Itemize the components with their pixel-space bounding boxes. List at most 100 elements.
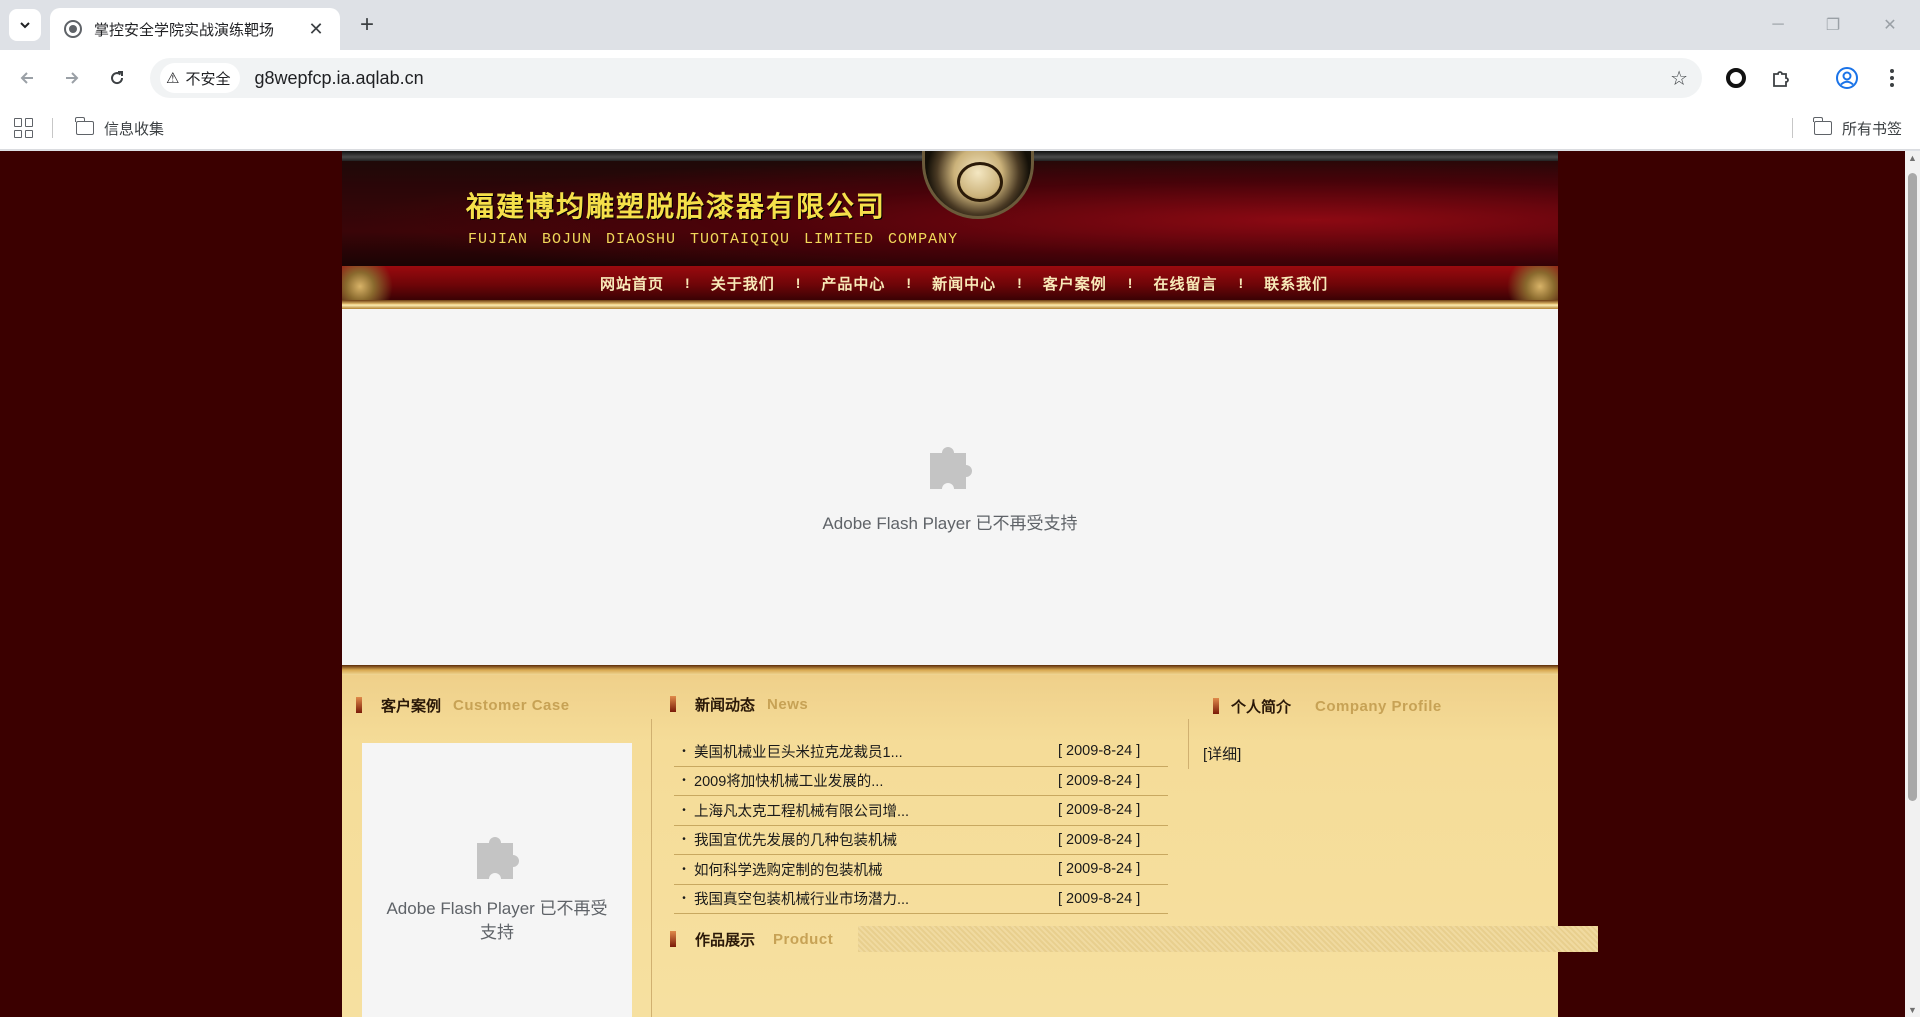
site-container: 福建博均雕塑脱胎漆器有限公司 FUJIAN BOJUN DIAOSHU TUOT…: [342, 151, 1598, 1017]
all-bookmarks-button[interactable]: 所有书签: [1813, 116, 1903, 140]
flash-placeholder-main[interactable]: Adobe Flash Player 已不再受支持: [342, 309, 1558, 665]
back-button[interactable]: [12, 63, 42, 93]
section-news: 新闻动态 News: [670, 691, 808, 717]
browser-tab[interactable]: 掌控安全学院实战演练靶场 ✕: [50, 8, 340, 50]
back-arrow-icon: [20, 72, 33, 84]
profile-icon[interactable]: [1833, 64, 1861, 92]
bookmarks-divider: [52, 118, 53, 138]
section-title-en: Product: [773, 930, 834, 948]
scrollbar-thumb[interactable]: [1908, 173, 1917, 801]
chevron-down-icon: [20, 22, 30, 29]
reload-button[interactable]: [102, 63, 132, 93]
browser-toolbar: ⚠ 不安全 g8wepfcp.ia.aqlab.cn ☆: [0, 50, 1920, 106]
section-title-en: Customer Case: [453, 696, 570, 714]
nav-separator: !: [1017, 275, 1022, 291]
header-banner: 福建博均雕塑脱胎漆器有限公司 FUJIAN BOJUN DIAOSHU TUOT…: [342, 151, 1558, 266]
product-header-pattern: [858, 926, 1598, 952]
profile-detail-link[interactable]: [详细]: [1203, 743, 1241, 764]
section-customer-case: 客户案例 Customer Case: [356, 692, 570, 718]
tab-strip: 掌控安全学院实战演练靶场 ✕ + ─ ❐ ✕: [0, 0, 1920, 50]
flash-message: Adobe Flash Player 已不再受支持: [386, 899, 608, 942]
security-chip[interactable]: ⚠ 不安全: [160, 63, 241, 93]
bookmark-folder-info[interactable]: 信息收集: [75, 116, 165, 140]
plugin-puzzle-icon: [930, 447, 972, 489]
news-item[interactable]: • 我国宜优先发展的几种包装机械[ 2009-8-24 ]: [674, 826, 1168, 855]
nav-separator: !: [1127, 275, 1133, 291]
flash-placeholder-cases[interactable]: Adobe Flash Player 已不再受支持: [362, 743, 632, 1017]
section-title-cn: 客户案例: [381, 697, 442, 715]
bookmarks-divider-right: [1792, 118, 1793, 138]
tab-title: 掌控安全学院实战演练靶场: [94, 21, 275, 39]
column-divider: [1188, 719, 1189, 769]
forward-arrow-icon: [66, 72, 79, 84]
section-profile: 个人简介 Company Profile: [1213, 693, 1442, 719]
page-scrollbar[interactable]: ▲ ▼: [1905, 151, 1920, 1017]
emblem-logo: [922, 151, 1034, 219]
page-viewport: 福建博均雕塑脱胎漆器有限公司 FUJIAN BOJUN DIAOSHU TUOT…: [0, 151, 1920, 1017]
section-title-en: News: [767, 695, 809, 713]
section-marker: [356, 697, 362, 713]
section-marker: [670, 696, 676, 712]
news-item[interactable]: • 上海凡太克工程机械有限公司增...[ 2009-8-24 ]: [674, 796, 1168, 826]
bookmark-star-icon[interactable]: ☆: [1670, 66, 1688, 91]
nav-corner-right: [1498, 266, 1558, 300]
section-marker: [1213, 698, 1219, 714]
reload-icon: [111, 71, 124, 85]
scroll-down-arrow-icon[interactable]: ▼: [1908, 1005, 1917, 1015]
news-item[interactable]: • 2009将加快机械工业发展的...[ 2009-8-24 ]: [674, 767, 1168, 796]
url-text[interactable]: g8wepfcp.ia.aqlab.cn: [254, 68, 423, 89]
column-divider: [651, 719, 652, 1017]
section-title-en: Company Profile: [1315, 697, 1442, 715]
extension-circle-icon[interactable]: [1722, 64, 1750, 92]
news-item[interactable]: • 如何科学选购定制的包装机械[ 2009-8-24 ]: [674, 855, 1168, 885]
company-name-en: FUJIAN BOJUN DIAOSHU TUOTAIQIQU LIMITED …: [468, 231, 959, 248]
nav-separator: !: [1238, 275, 1244, 291]
folder-icon: [75, 117, 94, 135]
nav-about[interactable]: 关于我们: [711, 273, 775, 294]
lower-content: 客户案例 Customer Case Adobe Flash Player 已不…: [342, 675, 1598, 1017]
new-tab-button[interactable]: +: [352, 10, 382, 40]
news-item[interactable]: • 我国真空包装机械行业市场潜力...[ 2009-8-24 ]: [674, 885, 1168, 914]
apps-grid-icon[interactable]: [14, 118, 34, 138]
scroll-up-arrow-icon[interactable]: ▲: [1908, 153, 1917, 163]
section-title-cn: 个人简介: [1231, 698, 1292, 716]
nav-contact[interactable]: 联系我们: [1264, 273, 1328, 294]
nav-separator: !: [906, 275, 912, 291]
nav-cases[interactable]: 客户案例: [1043, 273, 1107, 294]
gold-divider: [342, 300, 1558, 309]
nav-news[interactable]: 新闻中心: [932, 273, 996, 294]
news-item[interactable]: • 美国机械业巨头米拉克龙裁员1...[ 2009-8-24 ]: [674, 737, 1168, 767]
restore-button[interactable]: ❐: [1813, 10, 1853, 40]
nav-products[interactable]: 产品中心: [821, 273, 885, 294]
warning-icon: ⚠: [166, 70, 180, 87]
all-bookmarks-label: 所有书签: [1842, 120, 1903, 138]
nav-separator: !: [685, 275, 690, 291]
security-label: 不安全: [185, 70, 231, 88]
section-product: 作品展示 Product: [670, 926, 833, 952]
close-window-button[interactable]: ✕: [1870, 10, 1910, 40]
nav-separator: !: [795, 275, 801, 291]
section-marker: [670, 931, 676, 947]
plugin-puzzle-icon: [477, 837, 519, 879]
nav-home[interactable]: 网站首页: [600, 273, 664, 294]
close-tab-icon[interactable]: ✕: [306, 19, 326, 40]
nav-guestbook[interactable]: 在线留言: [1153, 273, 1217, 294]
bookmarks-bar: 信息收集 所有书签: [0, 106, 1920, 150]
nav-corner-left: [342, 266, 402, 300]
section-title-cn: 作品展示: [695, 931, 756, 949]
company-name-cn: 福建博均雕塑脱胎漆器有限公司: [466, 190, 887, 223]
menu-kebab-icon[interactable]: [1878, 64, 1906, 92]
address-bar[interactable]: ⚠ 不安全 g8wepfcp.ia.aqlab.cn ☆: [150, 58, 1702, 98]
globe-icon: [64, 20, 82, 38]
extensions-puzzle-icon[interactable]: [1767, 64, 1795, 92]
main-nav: 网站首页 ! 关于我们 ! 产品中心 ! 新闻中心 ! 客户案例 ! 在线留言 …: [342, 266, 1558, 300]
bookmark-label: 信息收集: [104, 120, 165, 138]
flash-message: Adobe Flash Player 已不再受支持: [822, 514, 1078, 533]
news-list: • 美国机械业巨头米拉克龙裁员1...[ 2009-8-24 ] • 2009将加快…: [674, 737, 1168, 914]
gold-divider-bottom: [342, 665, 1558, 675]
forward-button[interactable]: [57, 63, 87, 93]
section-title-cn: 新闻动态: [695, 696, 756, 714]
tab-search-button[interactable]: [9, 9, 41, 41]
minimize-button[interactable]: ─: [1758, 10, 1798, 40]
folder-icon: [1813, 117, 1832, 135]
